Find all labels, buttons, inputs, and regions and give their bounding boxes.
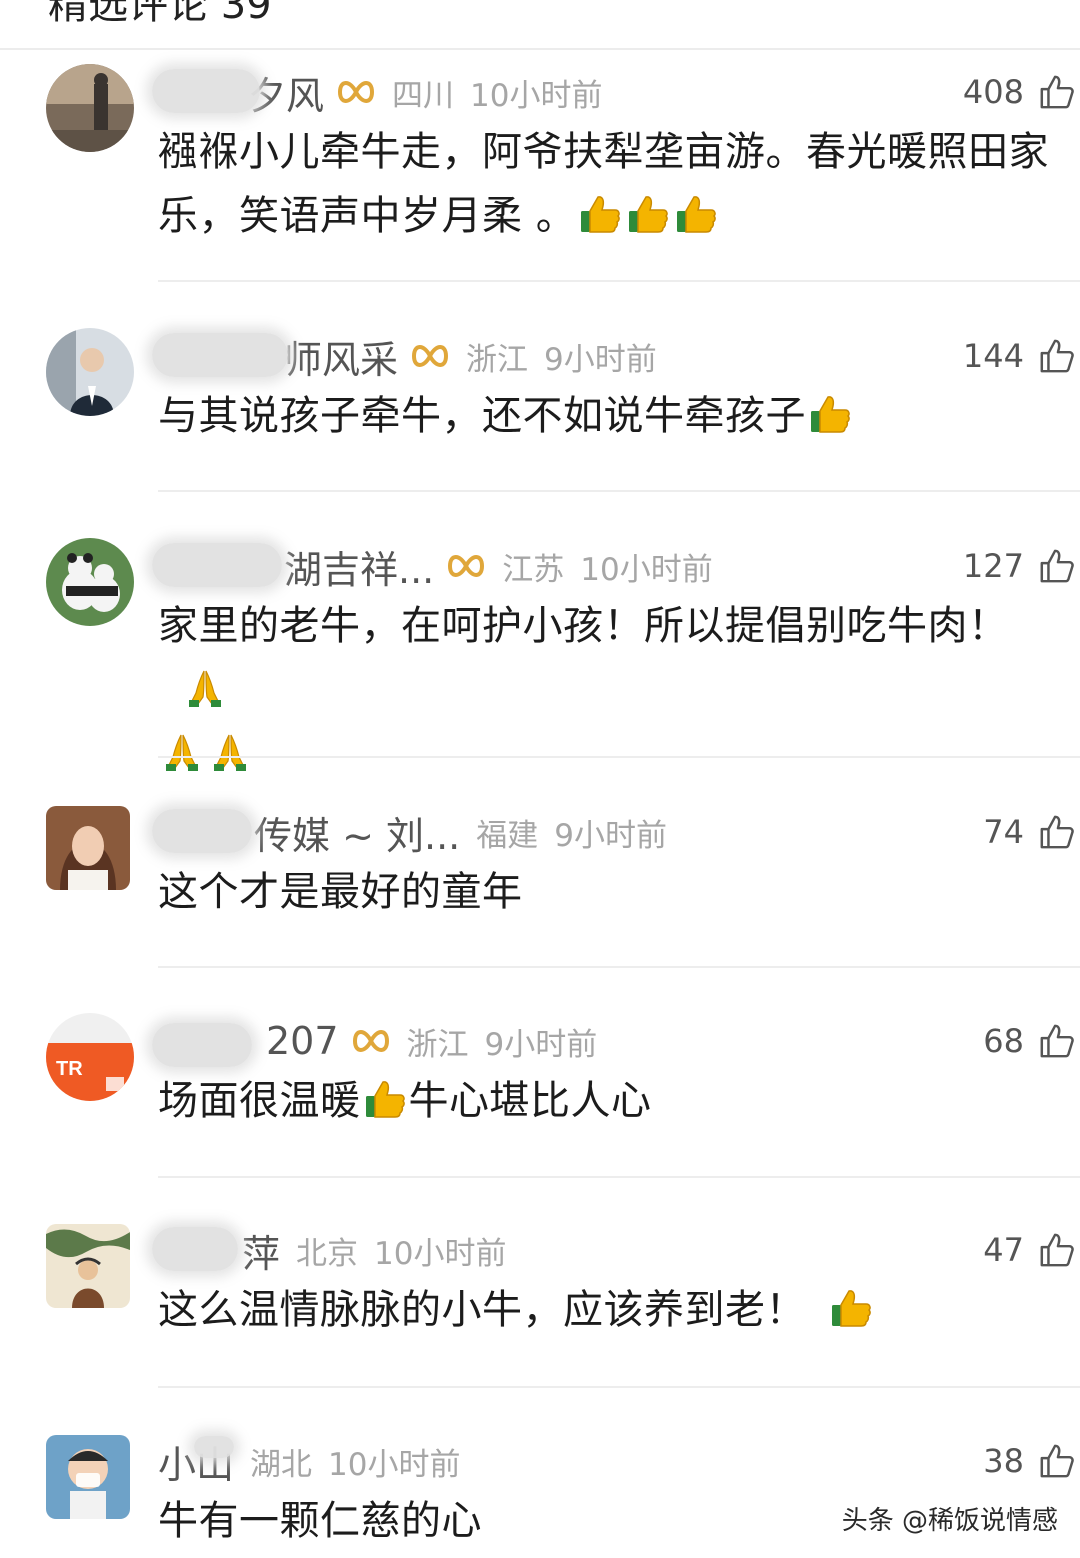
avatar[interactable] bbox=[46, 1435, 130, 1519]
username-blur bbox=[194, 1435, 234, 1458]
comment-location: 浙江 bbox=[466, 341, 529, 378]
comment-divider bbox=[158, 756, 1080, 758]
praying-hands-icon bbox=[184, 667, 226, 709]
vip-badge-icon bbox=[336, 77, 376, 107]
comment-item[interactable]: 师风采 浙江 9小时前 144 与其说孩子牵牛，还不如说牛牵孩子 bbox=[0, 328, 1080, 478]
vip-badge-icon bbox=[351, 1026, 391, 1056]
username-blur bbox=[152, 1023, 252, 1067]
comment-time: 10小时前 bbox=[374, 1235, 507, 1272]
comment-page: 精选评论 39 夕风 四川 10小时前 408 襁褓小儿牵牛走，阿爷扶犁垄亩游。… bbox=[0, 0, 1080, 1558]
like-button[interactable]: 38 bbox=[983, 1433, 1076, 1489]
username[interactable]: 萍 bbox=[152, 1223, 280, 1278]
username[interactable]: 小山 bbox=[158, 1434, 234, 1489]
comment-location: 四川 bbox=[392, 77, 455, 114]
comment-divider bbox=[158, 966, 1080, 968]
comment-location: 湖北 bbox=[250, 1446, 313, 1483]
thumbs-up-outline-icon[interactable] bbox=[1038, 547, 1076, 585]
watermark: 头条 @稀饭说情感 bbox=[841, 1506, 1058, 1536]
username[interactable]: 传媒 ~ 刘... bbox=[152, 805, 460, 860]
comment-time: 9小时前 bbox=[544, 341, 657, 378]
comment-location: 福建 bbox=[476, 817, 539, 854]
comment-location: 浙江 bbox=[406, 1026, 469, 1063]
comment-text: 与其说孩子牵牛，还不如说牛牵孩子 bbox=[158, 384, 1073, 448]
svg-text:TR: TR bbox=[56, 1058, 83, 1080]
thumbs-up-outline-icon[interactable] bbox=[1038, 1442, 1076, 1480]
thumbs-up-icon bbox=[579, 193, 621, 235]
username[interactable]: 师风采 bbox=[152, 329, 398, 384]
comment-divider bbox=[158, 280, 1080, 282]
like-count: 68 bbox=[983, 1022, 1024, 1060]
like-count: 127 bbox=[962, 547, 1024, 585]
username-blur bbox=[152, 1226, 238, 1271]
avatar[interactable]: TR bbox=[46, 1013, 134, 1101]
username[interactable]: 夕风 bbox=[152, 65, 324, 120]
section-divider bbox=[0, 48, 1080, 50]
comment-item[interactable]: 湖吉祥... 江苏 10小时前 127 家里的老牛，在呵护小孩！所以提倡别吃牛肉… bbox=[0, 538, 1080, 748]
comment-header: 小山 湖北 10小时前 bbox=[158, 1433, 460, 1489]
comment-item[interactable]: TR 207 浙江 9小时前 68 场面很温暖 牛心堪比人心 bbox=[0, 1013, 1080, 1163]
comment-text: 场面很温暖 牛心堪比人心 bbox=[158, 1078, 652, 1124]
username[interactable]: 湖吉祥... bbox=[152, 539, 434, 594]
username[interactable]: 207 bbox=[152, 1019, 339, 1067]
comment-time: 10小时前 bbox=[580, 551, 713, 588]
thumbs-up-icon bbox=[809, 393, 851, 435]
like-count: 144 bbox=[962, 337, 1024, 375]
username-blur bbox=[152, 68, 260, 113]
like-count: 38 bbox=[983, 1442, 1024, 1480]
comment-divider bbox=[158, 1176, 1080, 1178]
avatar[interactable] bbox=[46, 1224, 130, 1308]
thumbs-up-icon bbox=[675, 193, 717, 235]
like-button[interactable]: 74 bbox=[983, 804, 1076, 860]
avatar[interactable] bbox=[46, 806, 130, 890]
like-button[interactable]: 68 bbox=[983, 1013, 1076, 1069]
comment-time: 10小时前 bbox=[470, 77, 603, 114]
comment-header: 夕风 四川 10小时前 bbox=[152, 64, 603, 120]
avatar[interactable] bbox=[46, 64, 134, 152]
comment-text: 这个才是最好的童年 bbox=[158, 869, 523, 915]
comment-item[interactable]: 传媒 ~ 刘... 福建 9小时前 74 这个才是最好的童年 bbox=[0, 804, 1080, 954]
username-blur bbox=[152, 542, 282, 587]
comment-item[interactable]: 小山 湖北 10小时前 38 牛有一颗仁慈的心 bbox=[0, 1433, 1080, 1558]
vip-badge-icon bbox=[410, 341, 450, 371]
thumbs-up-outline-icon[interactable] bbox=[1038, 1231, 1076, 1269]
thumbs-up-icon bbox=[364, 1078, 406, 1120]
like-button[interactable]: 127 bbox=[963, 538, 1076, 594]
like-button[interactable]: 144 bbox=[963, 328, 1076, 384]
comment-item[interactable]: 萍 北京 10小时前 47 这么温情脉脉的小牛，应该养到老！ bbox=[0, 1222, 1080, 1372]
like-button[interactable]: 408 bbox=[963, 64, 1076, 120]
comment-divider bbox=[158, 490, 1080, 492]
comment-header: 207 浙江 9小时前 bbox=[152, 1013, 598, 1069]
avatar[interactable] bbox=[46, 328, 134, 416]
praying-hands-icon bbox=[209, 731, 251, 773]
comment-text: 这么温情脉脉的小牛，应该养到老！ bbox=[158, 1278, 1073, 1342]
like-button[interactable]: 47 bbox=[983, 1222, 1076, 1278]
like-count: 47 bbox=[983, 1231, 1024, 1269]
thumbs-up-icon bbox=[830, 1287, 872, 1329]
comment-time: 10小时前 bbox=[328, 1446, 461, 1483]
comment-time: 9小时前 bbox=[484, 1026, 598, 1063]
comment-header: 萍 北京 10小时前 bbox=[152, 1222, 507, 1278]
thumbs-up-outline-icon[interactable] bbox=[1038, 337, 1076, 375]
praying-hands-icon bbox=[161, 731, 203, 773]
comment-divider bbox=[158, 1386, 1080, 1388]
section-title: 精选评论 39 bbox=[48, 0, 272, 28]
comment-header: 师风采 浙江 9小时前 bbox=[152, 328, 657, 384]
like-count: 408 bbox=[962, 73, 1024, 111]
comment-location: 北京 bbox=[296, 1235, 359, 1272]
comment-location: 江苏 bbox=[502, 551, 565, 588]
username-blur bbox=[152, 332, 288, 377]
thumbs-up-outline-icon[interactable] bbox=[1038, 73, 1076, 111]
thumbs-up-icon bbox=[627, 193, 669, 235]
thumbs-up-outline-icon[interactable] bbox=[1038, 1022, 1076, 1060]
comment-item[interactable]: 夕风 四川 10小时前 408 襁褓小儿牵牛走，阿爷扶犁垄亩游。春光暖照田家乐，… bbox=[0, 64, 1080, 274]
vip-badge-icon bbox=[446, 551, 486, 581]
username-blur bbox=[152, 808, 252, 853]
avatar[interactable] bbox=[46, 538, 134, 626]
comment-time: 9小时前 bbox=[554, 817, 667, 854]
comment-header: 湖吉祥... 江苏 10小时前 bbox=[152, 538, 713, 594]
like-count: 74 bbox=[983, 813, 1024, 851]
thumbs-up-outline-icon[interactable] bbox=[1038, 813, 1076, 851]
comment-text: 襁褓小儿牵牛走，阿爷扶犁垄亩游。春光暖照田家乐，笑语声中岁月柔 。 bbox=[158, 129, 1049, 239]
comment-header: 传媒 ~ 刘... 福建 9小时前 bbox=[152, 804, 667, 860]
